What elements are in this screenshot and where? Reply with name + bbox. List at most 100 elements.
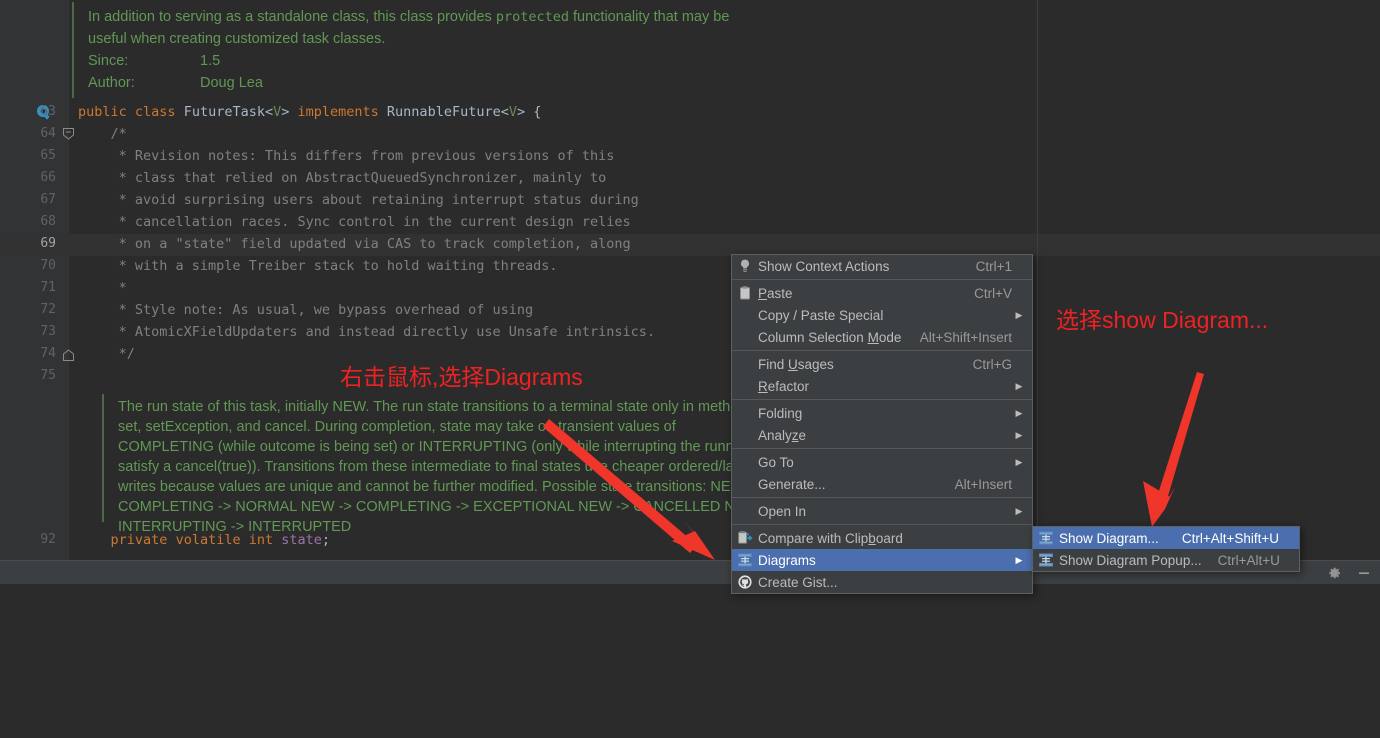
submenu-item-shortcut: Ctrl+Alt+U <box>1217 552 1280 568</box>
fold-open-icon[interactable] <box>62 127 75 140</box>
line-number-73: 73 <box>40 324 56 339</box>
code-line-74[interactable]: */ <box>78 343 135 365</box>
menu-item-open-in[interactable]: Open In ▶ <box>732 500 1032 522</box>
menu-item-label: Column Selection Mode <box>758 329 902 345</box>
chevron-right-icon: ▶ <box>1015 505 1023 516</box>
github-icon <box>732 571 758 593</box>
menu-item-label: Folding <box>758 405 803 421</box>
javadoc-text-c: functionality that may be <box>569 9 730 25</box>
annotation-right-note: 选择show Diagram... <box>1056 307 1269 333</box>
menu-item-paste[interactable]: Paste Ctrl+V <box>732 282 1032 304</box>
code-editor[interactable]: In addition to serving as a standalone c… <box>0 0 1380 560</box>
menu-item-no-icon <box>732 375 758 397</box>
menu-item-no-icon <box>732 353 758 375</box>
menu-item-label: Show Context Actions <box>758 258 890 274</box>
javadoc-protected-keyword: protected <box>495 9 569 25</box>
code-line-64[interactable]: /* <box>78 123 127 145</box>
menu-separator <box>732 350 1032 351</box>
code-line-66[interactable]: * class that relied on AbstractQueuedSyn… <box>78 167 607 189</box>
menu-item-create-gist[interactable]: Create Gist... <box>732 571 1032 593</box>
menu-item-find-usages[interactable]: Find Usages Ctrl+G <box>732 353 1032 375</box>
diagram-icon <box>1033 527 1059 549</box>
code-line-65[interactable]: * Revision notes: This differs from prev… <box>78 145 615 167</box>
javadoc-text-a: In addition to serving as a standalone c… <box>88 9 496 25</box>
line-number-63: 63 <box>40 104 56 119</box>
menu-item-no-icon <box>732 304 758 326</box>
clipboard-icon <box>732 282 758 304</box>
submenu-item-show-diagram-popup[interactable]: Show Diagram Popup... Ctrl+Alt+U <box>1033 549 1299 571</box>
page-background <box>0 584 1380 738</box>
javadoc-state-line-6: COMPLETING -> NORMAL NEW -> COMPLETING -… <box>118 499 776 515</box>
menu-item-shortcut: Ctrl+G <box>972 356 1012 372</box>
menu-item-no-icon <box>732 500 758 522</box>
code-line-68[interactable]: * cancellation races. Sync control in th… <box>78 211 631 233</box>
menu-separator <box>732 497 1032 498</box>
menu-item-label: Create Gist... <box>758 574 838 590</box>
line-number-74: 74 <box>40 346 56 361</box>
diagram-icon <box>1039 553 1053 567</box>
chevron-right-icon: ▶ <box>1015 407 1023 418</box>
chevron-right-icon: ▶ <box>1015 554 1023 565</box>
diagram-icon <box>738 553 752 567</box>
menu-item-no-icon <box>732 326 758 348</box>
line-number-75: 75 <box>40 368 56 383</box>
lightbulb-icon <box>732 255 758 277</box>
menu-item-no-icon <box>732 424 758 446</box>
menu-item-analyze[interactable]: Analyze ▶ <box>732 424 1032 446</box>
menu-item-go-to[interactable]: Go To ▶ <box>732 451 1032 473</box>
menu-item-generate[interactable]: Generate... Alt+Insert <box>732 473 1032 495</box>
menu-item-label: Copy / Paste Special <box>758 307 884 323</box>
code-line-70[interactable]: * with a simple Treiber stack to hold wa… <box>78 255 558 277</box>
menu-item-no-icon <box>732 473 758 495</box>
compare-clipboard-icon <box>738 531 753 544</box>
javadoc-author-value: Doug Lea <box>200 75 263 91</box>
chevron-right-icon: ▶ <box>1015 429 1023 440</box>
menu-item-label: Refactor <box>758 378 810 394</box>
menu-item-label: Show Diagram... <box>1059 530 1159 546</box>
code-line-67[interactable]: * avoid surprising users about retaining… <box>78 189 639 211</box>
menu-item-column-selection-mode[interactable]: Column Selection Mode Alt+Shift+Insert <box>732 326 1032 348</box>
code-line-69[interactable]: * on a "state" field updated via CAS to … <box>78 233 631 255</box>
menu-separator <box>732 448 1032 449</box>
minimize-icon[interactable] <box>1356 565 1372 581</box>
lightbulb-icon <box>741 259 749 272</box>
javadoc-paragraph-line1: In addition to serving as a standalone c… <box>88 6 729 28</box>
menu-item-no-icon <box>732 402 758 424</box>
code-line-63[interactable]: public class FutureTask<V> implements Ru… <box>78 101 541 123</box>
line-number-64: 64 <box>40 126 56 141</box>
line-number-72: 72 <box>40 302 56 317</box>
submenu-item-show-diagram[interactable]: Show Diagram... Ctrl+Alt+Shift+U <box>1033 527 1299 549</box>
code-line-73[interactable]: * AtomicXFieldUpdaters and instead direc… <box>78 321 655 343</box>
menu-item-folding[interactable]: Folding ▶ <box>732 402 1032 424</box>
status-bar-icons <box>1326 561 1372 585</box>
chevron-right-icon: ▶ <box>1015 456 1023 467</box>
menu-item-no-icon <box>732 451 758 473</box>
compare-clipboard-icon <box>732 527 758 549</box>
code-line-71[interactable]: * <box>78 277 127 299</box>
field-declaration-line[interactable]: private volatile int state; <box>78 529 331 551</box>
menu-item-label: Show Diagram Popup... <box>1059 552 1202 568</box>
menu-item-label: Find Usages <box>758 356 834 372</box>
javadoc-state-line-2: set, setException, and cancel. During co… <box>118 419 676 435</box>
menu-item-shortcut: Alt+Shift+Insert <box>919 329 1012 345</box>
menu-item-label: Diagrams <box>758 552 816 568</box>
menu-item-label: Open In <box>758 503 807 519</box>
menu-separator <box>732 524 1032 525</box>
context-menu[interactable]: Show Context Actions Ctrl+1 Paste Ctrl+V Cop… <box>731 254 1033 594</box>
diagram-icon <box>732 549 758 571</box>
menu-item-compare-with-clipboard[interactable]: Compare with Clipboard <box>732 527 1032 549</box>
code-line-72[interactable]: * Style note: As usual, we bypass overhe… <box>78 299 534 321</box>
menu-item-diagrams[interactable]: Diagrams ▶ <box>732 549 1032 571</box>
javadoc-paragraph-line2: useful when creating customized task cla… <box>88 31 386 47</box>
submenu-item-shortcut: Ctrl+Alt+Shift+U <box>1181 530 1279 546</box>
line-number-66: 66 <box>40 170 56 185</box>
menu-item-copy-paste-special[interactable]: Copy / Paste Special ▶ <box>732 304 1032 326</box>
fold-close-icon[interactable] <box>62 349 75 362</box>
javadoc-state-left-bar <box>102 394 104 522</box>
gear-icon[interactable] <box>1326 565 1342 581</box>
line-number-70: 70 <box>40 258 56 273</box>
menu-item-refactor[interactable]: Refactor ▶ <box>732 375 1032 397</box>
menu-item-show-context-actions[interactable]: Show Context Actions Ctrl+1 <box>732 255 1032 277</box>
diagrams-submenu[interactable]: Show Diagram... Ctrl+Alt+Shift+U Show Diag… <box>1032 526 1300 572</box>
chevron-right-icon: ▶ <box>1015 380 1023 391</box>
